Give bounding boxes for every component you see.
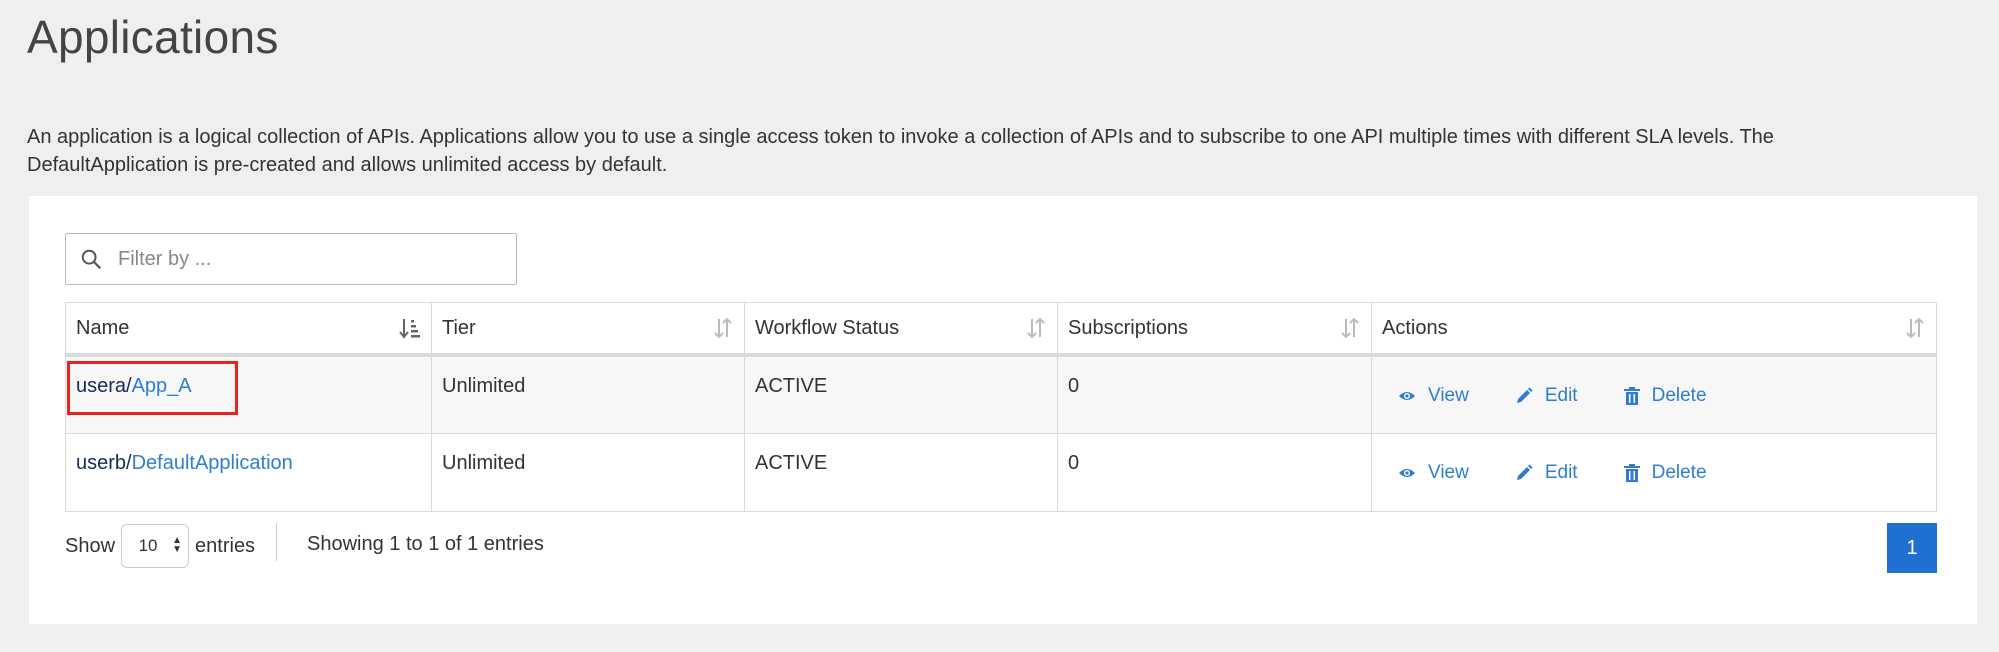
column-header-actions[interactable]: Actions [1371, 302, 1937, 357]
app-link-default-application[interactable]: DefaultApplication [132, 452, 293, 474]
show-label: Show [65, 534, 116, 557]
table-footer: Show 10 ▲ ▼ entries Showing 1 to 1 of 1 e… [65, 523, 1937, 577]
table-row: userb/DefaultApplication Unlimited ACTIV… [65, 432, 1937, 512]
column-header-label: Tier [442, 316, 476, 339]
pencil-icon [1516, 387, 1533, 403]
page-description: An application is a logical collection o… [27, 126, 1774, 176]
applications-panel: Name Tier [29, 196, 1977, 624]
workflow-status-cell: ACTIVE [744, 432, 1058, 512]
page-length-control: Show 10 ▲ ▼ entries [65, 523, 255, 569]
delete-button[interactable]: Delete [1623, 385, 1707, 407]
sort-icon[interactable] [1904, 316, 1926, 340]
column-header-subscriptions[interactable]: Subscriptions [1057, 302, 1372, 357]
sort-icon[interactable] [1025, 316, 1047, 340]
edit-button[interactable]: Edit [1515, 385, 1578, 407]
subscriptions-cell: 0 [1057, 354, 1372, 434]
edit-button[interactable]: Edit [1515, 462, 1578, 484]
filter-input[interactable] [116, 246, 500, 272]
delete-button[interactable]: Delete [1623, 461, 1707, 484]
workflow-status-cell: ACTIVE [744, 354, 1058, 434]
column-header-label: Subscriptions [1068, 316, 1189, 339]
divider [276, 523, 277, 561]
select-arrows-icon: ▲ ▼ [172, 535, 183, 555]
table-row: usera/App_A Unlimited ACTIVE 0 View Edit… [65, 354, 1937, 434]
page-length-value: 10 [138, 536, 158, 555]
view-button[interactable]: View [1398, 385, 1469, 407]
search-icon [81, 249, 101, 269]
delete-label: Delete [1651, 461, 1707, 483]
actions-cell: View Edit Delete [1371, 432, 1937, 512]
subscriptions-cell: 0 [1057, 432, 1372, 512]
table-header-row: Name Tier Workflow Status Subscriptions … [65, 302, 1937, 357]
name-cell: userb/DefaultApplication [65, 432, 432, 512]
applications-table: Name Tier Workflow Status Subscriptions … [65, 302, 1937, 512]
table-info: Showing 1 to 1 of 1 entries [307, 533, 544, 555]
delete-label: Delete [1651, 385, 1707, 406]
column-header-tier[interactable]: Tier [431, 302, 745, 357]
pencil-icon [1516, 464, 1533, 480]
column-header-name[interactable]: Name [65, 302, 432, 357]
column-header-label: Workflow Status [755, 316, 900, 339]
tier-cell: Unlimited [431, 354, 745, 434]
sort-icon[interactable] [712, 316, 734, 340]
entries-label: entries [195, 534, 256, 557]
app-link-app-a[interactable]: App_A [132, 375, 192, 397]
column-header-label: Actions [1382, 316, 1448, 339]
view-label: View [1428, 461, 1469, 483]
page-title: Applications [27, 11, 279, 63]
column-header-workflow-status[interactable]: Workflow Status [744, 302, 1058, 357]
column-header-label: Name [76, 316, 130, 339]
sort-icon[interactable] [1339, 316, 1361, 340]
trash-icon [1623, 387, 1640, 405]
filter-search-box[interactable] [65, 233, 517, 285]
eye-icon [1399, 468, 1415, 477]
actions-cell: View Edit Delete [1371, 354, 1937, 434]
tier-cell: Unlimited [431, 432, 745, 512]
app-owner: usera [76, 375, 127, 397]
sort-ascending-icon[interactable] [399, 316, 421, 340]
app-owner: userb [76, 451, 127, 474]
trash-icon [1623, 463, 1640, 482]
edit-label: Edit [1544, 385, 1578, 406]
name-cell: usera/App_A [65, 354, 432, 434]
view-button[interactable]: View [1398, 462, 1469, 484]
eye-icon [1399, 392, 1415, 400]
edit-label: Edit [1544, 461, 1578, 483]
page-length-select[interactable]: 10 ▲ ▼ [121, 524, 190, 568]
view-label: View [1428, 385, 1469, 406]
pagination-page-1[interactable]: 1 [1887, 523, 1937, 573]
